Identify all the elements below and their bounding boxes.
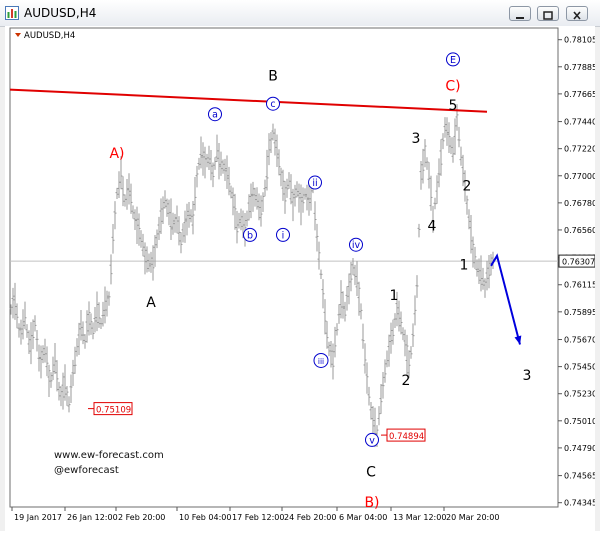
wave-label-text: v (369, 435, 375, 446)
wave-label: a (208, 107, 222, 122)
wave-label-text: b (247, 230, 253, 241)
y-tick-label: 0.75895 (564, 308, 595, 317)
wave-label-text: ii (312, 178, 317, 189)
wave-label: 2 (463, 179, 472, 195)
y-tick-label: 0.75010 (564, 417, 595, 426)
wave-label-text: a (212, 110, 218, 121)
wave-label: ii (308, 175, 322, 190)
wave-label: B (268, 68, 278, 84)
watermark-handle: @ewforecast (54, 465, 119, 476)
wave-label: 1 (460, 257, 469, 273)
x-tick-label: 19 Jan 2017 (14, 513, 62, 522)
wave-label-text: iii (318, 357, 324, 366)
x-tick-label: 20 Mar 20:00 (446, 513, 499, 522)
maximize-icon (543, 11, 553, 20)
wave-label-text: B (268, 68, 278, 84)
wave-label-text: C (366, 464, 376, 480)
chart-area[interactable]: 0.75109 0.74894 A) A Ba b c i ii iii iv v C B) 1 2 3 4 5 E… (5, 26, 597, 531)
wave-label: i (276, 227, 290, 242)
wave-label-text: 3 (523, 368, 532, 384)
wave-label: b (243, 227, 257, 242)
wave-label: 1 (390, 288, 399, 304)
wave-label: iii (313, 352, 329, 368)
low-mark-2-text: 0.74894 (389, 432, 424, 442)
close-icon (573, 11, 581, 20)
y-tick-label: 0.76115 (564, 281, 595, 290)
wave-label-text: c (270, 99, 275, 110)
y-tick-label: 0.75230 (564, 390, 595, 399)
wave-label-text: 1 (460, 257, 469, 273)
y-tick-label: 0.77000 (564, 172, 595, 181)
current-price-tag: 0.76307 (558, 254, 596, 268)
wave-label-text: 5 (449, 98, 458, 114)
low-mark-1: 0.75109 (88, 402, 133, 416)
wave-label: 4 (428, 219, 437, 235)
wave-label-text: A (146, 295, 156, 311)
window-titlebar[interactable]: AUDUSD,H4 (0, 0, 600, 27)
close-button[interactable] (566, 6, 588, 21)
wave-label: iv (349, 237, 363, 252)
wave-label-text: iv (352, 240, 361, 251)
y-tick-label: 0.78105 (564, 36, 595, 45)
wave-label: v (365, 432, 379, 447)
wave-label-text: 2 (463, 179, 472, 195)
x-tick-label: 6 Mar 04:00 (339, 513, 387, 522)
wave-label: A) (109, 146, 124, 162)
x-tick-label: 17 Feb 12:00 (232, 513, 284, 522)
y-tick-label: 0.75450 (564, 363, 595, 372)
wave-label-text: i (282, 230, 285, 241)
chart-window-icon (5, 6, 19, 20)
wave-label: 3 (523, 368, 532, 384)
y-tick-label: 0.75670 (564, 336, 595, 345)
wave-label-text: 2 (402, 373, 411, 389)
wave-label: C) (445, 78, 460, 94)
wave-label: 5 (449, 98, 458, 114)
price-chart[interactable]: 0.751090.74894 A)ABabciiiiiiivvCB)12345E… (5, 26, 597, 531)
x-tick-label: 13 Mar 12:00 (393, 513, 446, 522)
symbol-header: AUDUSD,H4 (15, 31, 75, 41)
y-tick-label: 0.76560 (564, 226, 595, 235)
y-tick-label: 0.74565 (564, 472, 595, 481)
wave-label-text: A) (109, 146, 124, 162)
x-tick-label: 2 Feb 20:00 (118, 513, 165, 522)
y-tick-label: 0.77665 (564, 90, 595, 99)
minimize-button[interactable] (509, 6, 531, 21)
wave-label: A (146, 295, 156, 311)
wave-label: 2 (402, 373, 411, 389)
wave-label-text: 4 (428, 219, 437, 235)
wave-label: 3 (412, 131, 421, 147)
plot-frame (9, 27, 559, 508)
time-axis: 19 Jan 2017 26 Jan 12:00 2 Feb 20:00 10 Feb… (11, 507, 499, 522)
price-axis: 0.78105 0.77885 0.77665 0.77440 0.77220 0.770… (558, 36, 597, 508)
low-mark-1-text: 0.75109 (96, 406, 131, 416)
y-tick-label: 0.76780 (564, 199, 595, 208)
symbol-label: AUDUSD,H4 (24, 31, 75, 41)
y-tick-label: 0.77885 (564, 63, 595, 72)
y-tick-label: 0.74345 (564, 499, 595, 508)
chart-window: AUDUSD,H4 0.75109 0.74894 A) A Ba b c i ii iii iv… (0, 0, 600, 531)
wave-label: B) (364, 495, 379, 511)
wave-label: C (366, 464, 376, 480)
x-tick-label: 26 Jan 12:00 (67, 513, 118, 522)
wave-label-text: 1 (390, 288, 399, 304)
y-tick-label: 0.74790 (564, 444, 595, 453)
minimize-icon (516, 17, 524, 19)
watermark-website: www.ew-forecast.com (54, 450, 164, 461)
window-title: AUDUSD,H4 (24, 6, 97, 20)
x-tick-label: 10 Feb 04:00 (179, 513, 231, 522)
wave-label-text: C) (445, 78, 460, 94)
wave-label-text: B) (364, 495, 379, 511)
wave-label: c (266, 96, 280, 111)
wave-label-text: E (450, 55, 456, 66)
current-price-text: 0.76307 (562, 258, 595, 267)
x-tick-label: 24 Feb 20:00 (284, 513, 336, 522)
maximize-button[interactable] (537, 6, 559, 21)
low-mark-2: 0.74894 (381, 428, 426, 442)
y-tick-label: 0.77440 (564, 118, 595, 127)
y-tick-label: 0.77220 (564, 145, 595, 154)
wave-label: E (446, 52, 460, 67)
wave-label-text: 3 (412, 131, 421, 147)
